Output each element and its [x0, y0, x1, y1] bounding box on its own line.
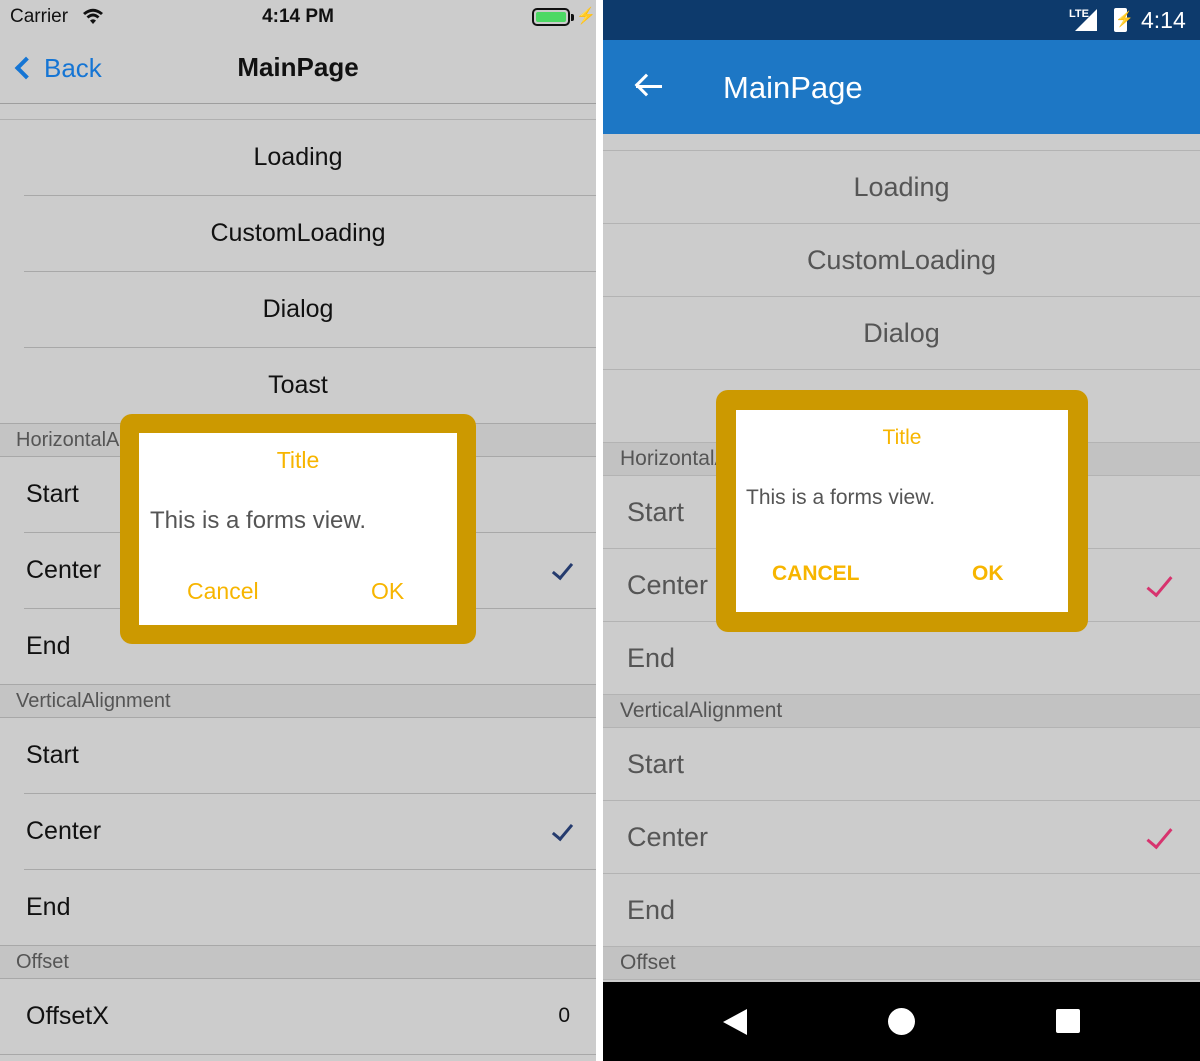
checkmark-icon: [1146, 569, 1173, 598]
option-label: Center: [627, 570, 709, 600]
dialog-message: This is a forms view.: [150, 507, 367, 534]
dialog-title: Title: [882, 426, 922, 449]
option-label: Start: [26, 480, 79, 508]
ios-navigation-bar: Back MainPage: [0, 34, 596, 104]
dialog-cancel-button[interactable]: CANCEL: [772, 562, 860, 586]
option-label: Center: [26, 556, 102, 584]
ios-screen: Carrier 4:14 PM ⚡ Back MainPage Loading …: [0, 0, 596, 1061]
vertical-option-start[interactable]: Start: [603, 728, 1200, 801]
section-header-offset: Offset: [603, 947, 1200, 980]
dialog-message: This is a forms view.: [746, 486, 936, 509]
dialog-content: Title This is a forms view. CANCEL OK: [736, 410, 1068, 612]
signal-icon: [1075, 9, 1097, 31]
dialog-title: Title: [276, 447, 320, 473]
dialog-ok-button[interactable]: OK: [972, 562, 1004, 586]
section-header-offset: Offset: [0, 946, 596, 979]
option-label: Center: [627, 822, 709, 852]
option-label: Start: [627, 749, 685, 779]
nav-home-icon[interactable]: [888, 1008, 915, 1035]
charging-bolt-icon: ⚡: [576, 8, 596, 25]
vertical-option-center[interactable]: Center: [603, 801, 1200, 874]
vertical-option-end[interactable]: End: [603, 874, 1200, 947]
checkmark-icon: [1146, 821, 1173, 850]
section-header-vertical: VerticalAlignment: [0, 685, 596, 718]
nav-recents-icon[interactable]: [1056, 1009, 1080, 1033]
android-status-bar: LTE ⚡ 4:14: [603, 0, 1200, 40]
list-item-dialog[interactable]: Dialog: [0, 272, 596, 348]
vertical-option-start[interactable]: Start: [0, 718, 596, 794]
android-navigation-bar: [603, 982, 1200, 1061]
dialog-ok-button[interactable]: OK: [371, 578, 404, 605]
ios-status-bar: Carrier 4:14 PM ⚡: [0, 0, 596, 34]
android-screen: LTE ⚡ 4:14 MainPage Loading CustomLoadin…: [603, 0, 1200, 1061]
page-title: MainPage: [723, 70, 863, 105]
option-label: End: [26, 632, 71, 660]
option-label: End: [627, 643, 676, 673]
screen-divider: [596, 0, 603, 1061]
offset-x-label: OffsetX: [26, 1002, 109, 1030]
android-dialog: Title This is a forms view. CANCEL OK: [716, 390, 1088, 632]
option-label: Start: [627, 497, 685, 527]
list-item-custom-loading[interactable]: CustomLoading: [0, 196, 596, 272]
nav-back-icon[interactable]: [723, 1009, 747, 1035]
dialog-cancel-button[interactable]: Cancel: [187, 578, 259, 605]
list-item-loading[interactable]: Loading: [0, 120, 596, 196]
offset-x-row[interactable]: OffsetX 0: [0, 979, 596, 1055]
option-label: Center: [26, 817, 102, 845]
option-label: End: [627, 895, 676, 925]
dialog-content: Title This is a forms view. Cancel OK: [139, 433, 457, 625]
page-title: MainPage: [237, 52, 359, 82]
list-item-toast[interactable]: Toast: [0, 348, 596, 424]
ios-clock: 4:14 PM: [262, 6, 334, 27]
checkmark-icon: [551, 557, 574, 581]
option-label: Start: [26, 741, 79, 769]
back-arrow-icon[interactable]: [633, 70, 665, 102]
list-item-custom-loading[interactable]: CustomLoading: [603, 224, 1200, 297]
horizontal-option-end[interactable]: End: [603, 622, 1200, 695]
vertical-option-end[interactable]: End: [0, 870, 596, 946]
checkmark-icon: [551, 818, 574, 842]
android-clock: 4:14: [1141, 7, 1186, 33]
ios-dialog: Title This is a forms view. Cancel OK: [120, 414, 476, 644]
section-header-vertical: VerticalAlignment: [603, 695, 1200, 728]
vertical-option-center[interactable]: Center: [0, 794, 596, 870]
list-item-loading[interactable]: Loading: [603, 151, 1200, 224]
android-app-bar: MainPage: [603, 40, 1200, 134]
offset-x-value: 0: [558, 1004, 570, 1027]
battery-icon: [532, 8, 574, 26]
battery-icon: ⚡: [1114, 8, 1134, 32]
list-item-dialog[interactable]: Dialog: [603, 297, 1200, 370]
option-label: End: [26, 893, 71, 921]
